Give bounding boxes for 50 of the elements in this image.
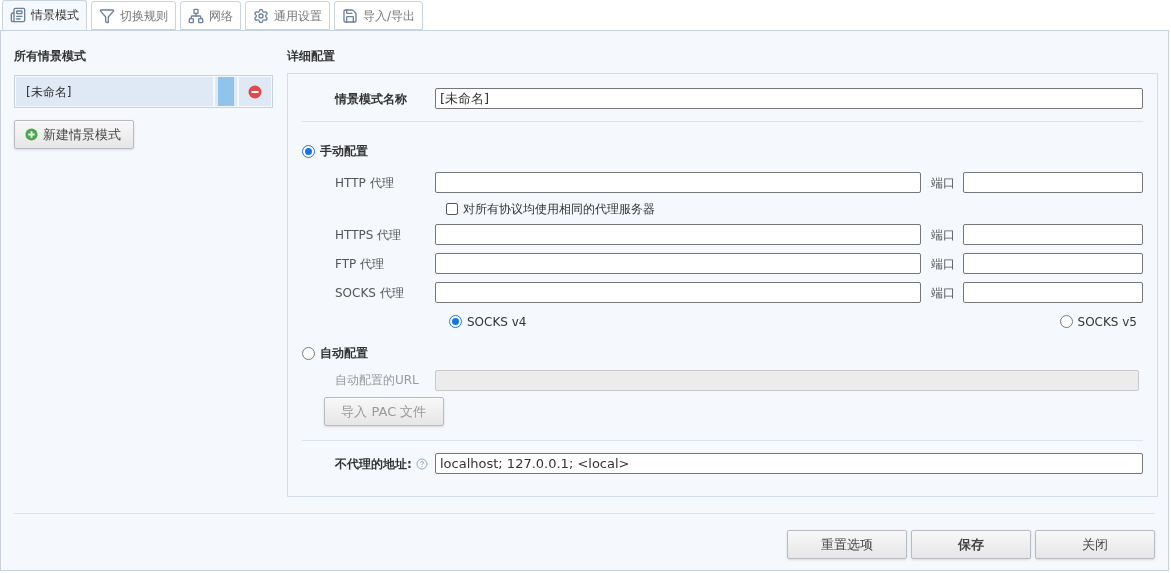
profile-item[interactable]: [未命名] bbox=[16, 77, 213, 106]
new-profile-button[interactable]: 新建情景模式 bbox=[14, 120, 134, 149]
port-label: 端口 bbox=[930, 174, 956, 192]
port-field[interactable] bbox=[963, 172, 1143, 193]
network-icon bbox=[188, 7, 204, 24]
section-title: 详细配置 bbox=[287, 48, 336, 65]
proxy-host-field[interactable] bbox=[435, 253, 921, 274]
tab[interactable]: 切换规则 bbox=[91, 1, 176, 30]
radio-button[interactable] bbox=[302, 144, 315, 158]
option-label: SOCKS v4 bbox=[467, 313, 527, 331]
radio-button[interactable] bbox=[1059, 315, 1073, 328]
remove-icon[interactable] bbox=[248, 84, 262, 99]
pac-url-field[interactable] bbox=[435, 369, 1139, 391]
field-label: HTTP 代理 bbox=[334, 174, 395, 192]
port-field[interactable] bbox=[963, 282, 1143, 303]
option-label: 手动配置 bbox=[320, 143, 368, 160]
proxy-host-field[interactable] bbox=[435, 282, 921, 303]
dialog-button[interactable]: 关闭 bbox=[1035, 530, 1155, 559]
proxy-host-field[interactable] bbox=[435, 224, 921, 245]
tab[interactable]: 导入/导出 bbox=[334, 1, 424, 30]
tab[interactable]: 情景模式 bbox=[2, 0, 87, 30]
port-field[interactable] bbox=[963, 253, 1143, 274]
tab[interactable]: 通用设置 bbox=[245, 1, 330, 30]
dialog-button[interactable]: 保存 bbox=[911, 530, 1031, 559]
section-title: 所有情景模式 bbox=[14, 48, 87, 65]
tab[interactable]: 网络 bbox=[180, 1, 241, 30]
option-label: SOCKS v5 bbox=[1077, 313, 1137, 331]
profile-name-field[interactable]: [未命名] bbox=[435, 88, 1143, 109]
bypass-list-field[interactable]: localhost; 127.0.0.1; <local> bbox=[435, 453, 1143, 474]
radio-button[interactable] bbox=[449, 315, 462, 328]
proxy-host-field[interactable] bbox=[435, 172, 921, 193]
field-label: FTP 代理 bbox=[334, 255, 386, 273]
option-label: 自动配置 bbox=[320, 345, 368, 362]
port-label: 端口 bbox=[930, 255, 956, 273]
port-label: 端口 bbox=[930, 284, 956, 302]
filter-icon bbox=[99, 7, 115, 24]
field-label: SOCKS 代理 bbox=[334, 284, 405, 302]
settings-icon bbox=[253, 7, 269, 24]
port-label: 端口 bbox=[930, 226, 956, 244]
checkbox[interactable] bbox=[446, 202, 458, 215]
field-label: HTTPS 代理 bbox=[334, 226, 403, 244]
add-icon bbox=[25, 128, 38, 141]
field-label: 自动配置的URL bbox=[334, 372, 420, 389]
field-label: 不代理的地址: bbox=[335, 455, 412, 473]
dialog-button[interactable]: 重置选项 bbox=[787, 530, 907, 559]
checkbox-label: 对所有协议均使用相同的代理服务器 bbox=[463, 200, 655, 218]
port-field[interactable] bbox=[963, 224, 1143, 245]
field-label: 情景模式名称 bbox=[333, 90, 408, 108]
color-swatch[interactable] bbox=[218, 77, 234, 106]
profile-icon bbox=[10, 7, 26, 23]
